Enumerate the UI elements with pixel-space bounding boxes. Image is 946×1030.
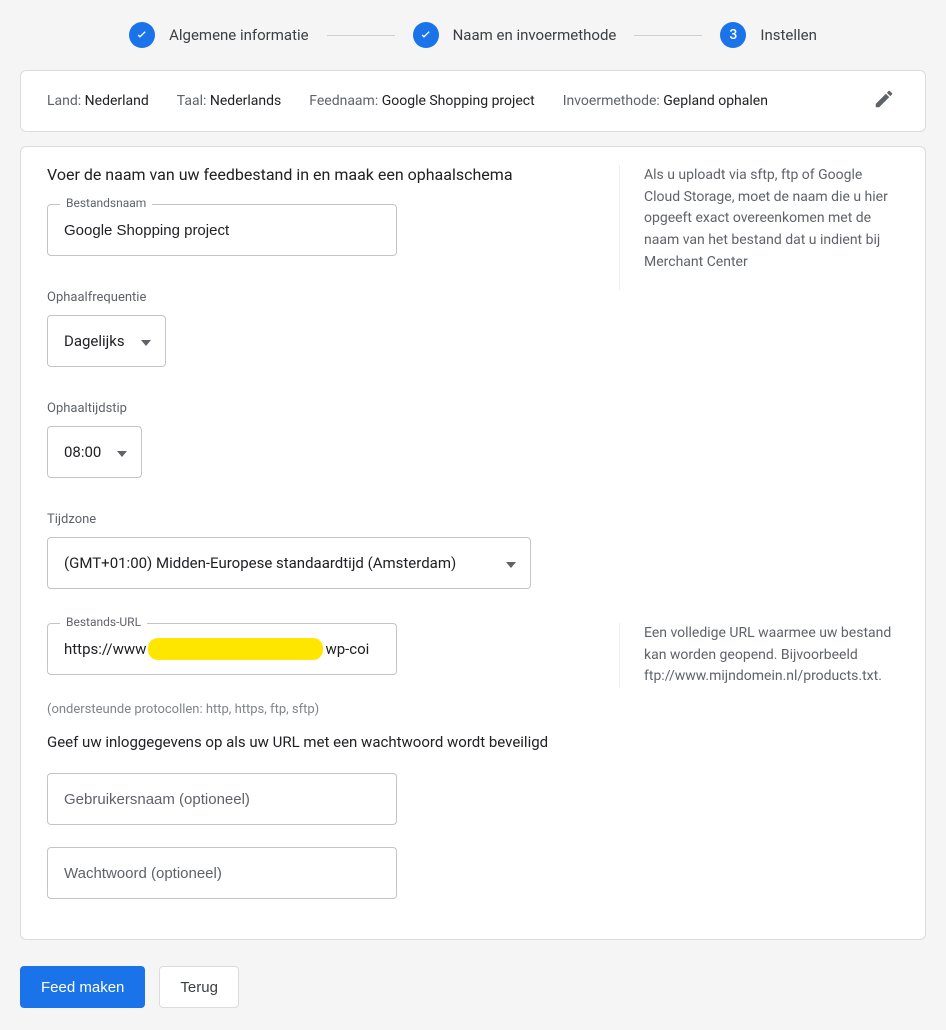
summary-country: Land: Nederland bbox=[47, 93, 149, 109]
edit-icon[interactable] bbox=[873, 88, 895, 114]
summary-language: Taal: Nederlands bbox=[177, 93, 281, 109]
step-label: Naam en invoermethode bbox=[453, 26, 617, 44]
chevron-down-icon bbox=[506, 554, 516, 572]
file-url-label: Bestands-URL bbox=[60, 615, 147, 629]
step-label: Algemene informatie bbox=[169, 26, 308, 44]
time-value: 08:00 bbox=[64, 443, 101, 461]
protocols-hint: (ondersteunde protocollen: http, https, … bbox=[47, 702, 899, 717]
form-heading: Voer de naam van uw feedbestand in en ma… bbox=[47, 165, 593, 184]
filename-field[interactable]: Bestandsnaam bbox=[47, 204, 397, 256]
timezone-select[interactable]: (GMT+01:00) Midden-Europese standaardtij… bbox=[47, 537, 531, 589]
check-icon bbox=[129, 22, 155, 48]
back-button[interactable]: Terug bbox=[159, 966, 239, 1008]
step-number-icon: 3 bbox=[720, 22, 746, 48]
summary-feedname: Feednaam: Google Shopping project bbox=[309, 93, 534, 109]
timezone-label: Tijdzone bbox=[47, 512, 899, 527]
chevron-down-icon bbox=[117, 443, 127, 461]
filename-input[interactable] bbox=[64, 222, 380, 239]
create-feed-button[interactable]: Feed maken bbox=[20, 966, 145, 1008]
redaction-highlight bbox=[148, 638, 323, 660]
form-card: Voer de naam van uw feedbestand in en ma… bbox=[20, 146, 926, 940]
frequency-select[interactable]: Dagelijks bbox=[47, 315, 166, 367]
step-divider bbox=[634, 35, 702, 36]
password-field[interactable] bbox=[47, 847, 397, 899]
summary-label: Invoermethode: bbox=[563, 93, 660, 109]
password-input[interactable] bbox=[64, 865, 380, 882]
time-label: Ophaaltijdstip bbox=[47, 401, 899, 416]
username-input[interactable] bbox=[64, 791, 380, 808]
summary-label: Taal: bbox=[177, 93, 207, 109]
url-text-right: wp-coi bbox=[325, 640, 369, 658]
frequency-label: Ophaalfrequentie bbox=[47, 290, 899, 305]
summary-value: Nederland bbox=[85, 93, 149, 109]
check-icon bbox=[413, 22, 439, 48]
filename-label: Bestandsnaam bbox=[60, 196, 152, 210]
aside-url-info: Een volledige URL waarmee uw bestand kan… bbox=[619, 623, 899, 688]
step-setup[interactable]: 3 Instellen bbox=[720, 22, 817, 48]
summary-label: Land: bbox=[47, 93, 81, 109]
summary-value: Nederlands bbox=[210, 93, 281, 109]
summary-value: Google Shopping project bbox=[382, 93, 535, 109]
summary-value: Gepland ophalen bbox=[663, 93, 768, 109]
summary-method: Invoermethode: Gepland ophalen bbox=[563, 93, 768, 109]
frequency-value: Dagelijks bbox=[64, 332, 125, 350]
step-general-info[interactable]: Algemene informatie bbox=[129, 22, 308, 48]
summary-label: Feednaam: bbox=[309, 93, 378, 109]
summary-card: Land: Nederland Taal: Nederlands Feednaa… bbox=[20, 70, 926, 132]
time-select[interactable]: 08:00 bbox=[47, 426, 142, 478]
step-name-method[interactable]: Naam en invoermethode bbox=[413, 22, 617, 48]
step-divider bbox=[327, 35, 395, 36]
timezone-value: (GMT+01:00) Midden-Europese standaardtij… bbox=[64, 554, 456, 572]
step-label: Instellen bbox=[760, 26, 817, 44]
username-field[interactable] bbox=[47, 773, 397, 825]
chevron-down-icon bbox=[141, 332, 151, 350]
credentials-heading: Geef uw inloggegevens op als uw URL met … bbox=[47, 733, 899, 751]
url-text-left: https://www bbox=[64, 640, 146, 658]
file-url-field[interactable]: Bestands-URL https://www wp-coi bbox=[47, 623, 397, 675]
footer-actions: Feed maken Terug bbox=[0, 954, 946, 1030]
aside-upload-info: Als u uploadt via sftp, ftp of Google Cl… bbox=[619, 165, 899, 290]
stepper: Algemene informatie Naam en invoermethod… bbox=[0, 0, 946, 70]
